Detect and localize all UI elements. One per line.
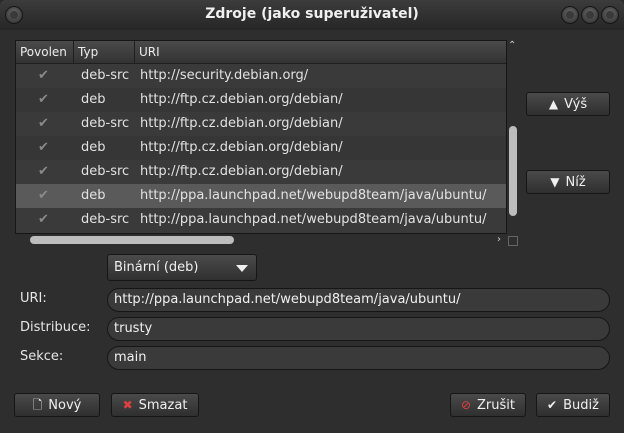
column-header-type[interactable]: Typ [74, 41, 135, 63]
table-row[interactable]: ✔ deb-src http://security.debian.org/ [16, 64, 506, 88]
table-row[interactable]: ✔ deb http://ftp.cz.debian.org/debian/ [16, 136, 506, 160]
uri-label: URI: [20, 291, 47, 306]
uri-cell: http://ftp.cz.debian.org/debian/ [140, 164, 343, 179]
ok-label: Budiž [563, 398, 599, 413]
enabled-checkbox[interactable]: ✔ [38, 165, 50, 178]
move-down-label: Níž [565, 175, 586, 190]
new-button[interactable]: 🗋 Nový [14, 393, 100, 417]
delete-label: Smazat [138, 398, 188, 413]
window-menu-button[interactable] [5, 6, 23, 24]
move-up-button[interactable]: ▲ Výš [526, 92, 610, 116]
uri-cell: http://security.debian.org/ [140, 68, 309, 83]
type-cell: deb-src [81, 212, 130, 227]
type-cell: deb [81, 140, 106, 155]
enabled-checkbox[interactable]: ✔ [38, 141, 50, 154]
uri-cell: http://ftp.cz.debian.org/debian/ [140, 92, 343, 107]
scroll-corner [508, 236, 518, 246]
horizontal-scrollbar-thumb[interactable] [30, 236, 234, 244]
enabled-checkbox[interactable]: ✔ [38, 117, 50, 130]
type-cell: deb [81, 188, 106, 203]
uri-cell: http://ftp.cz.debian.org/debian/ [140, 116, 343, 131]
scroll-up-arrow-icon[interactable]: ⌃ [508, 40, 516, 51]
uri-cell: http://ftp.cz.debian.org/debian/ [140, 140, 343, 155]
table-row[interactable]: ✔ deb-src http://ppa.launchpad.net/webupd8… [16, 208, 506, 232]
list-header: Povolen Typ URI [16, 41, 506, 64]
column-header-enabled[interactable]: Povolen [16, 41, 74, 63]
move-down-button[interactable]: ▼ Níž [526, 170, 610, 194]
move-up-label: Výš [564, 97, 588, 112]
close-button[interactable] [601, 6, 619, 24]
cancel-label: Zrušit [477, 398, 516, 413]
cancel-button[interactable]: ⊘ Zrušit [450, 393, 526, 417]
minimize-button[interactable] [561, 6, 579, 24]
type-cell: deb [81, 92, 106, 107]
type-cell: deb-src [81, 68, 130, 83]
enabled-checkbox[interactable]: ✔ [38, 69, 50, 82]
source-type-combo[interactable]: Binární (deb) [107, 254, 257, 281]
chevron-down-icon [236, 265, 248, 272]
new-label: Nový [48, 398, 82, 413]
ok-button[interactable]: ✔ Budiž [536, 393, 610, 417]
enabled-checkbox[interactable]: ✔ [38, 189, 50, 202]
enabled-checkbox[interactable]: ✔ [38, 93, 50, 106]
uri-field[interactable]: http://ppa.launchpad.net/webupd8team/jav… [107, 288, 610, 312]
type-cell: deb-src [81, 116, 130, 131]
titlebar[interactable]: Zdroje (jako superuživatel) [0, 0, 624, 30]
window-title: Zdroje (jako superuživatel) [205, 6, 419, 22]
sections-field[interactable]: main [107, 346, 610, 370]
scroll-right-arrow-icon[interactable]: › [497, 234, 501, 245]
maximize-button[interactable] [581, 6, 599, 24]
delete-button[interactable]: ✖ Smazat [111, 393, 199, 417]
sources-list[interactable]: Povolen Typ URI ✔ deb-src http://security.… [15, 40, 507, 234]
arrow-up-icon: ▲ [548, 97, 559, 111]
uri-cell: http://ppa.launchpad.net/webupd8team/jav… [140, 212, 487, 227]
type-cell: deb-src [81, 164, 130, 179]
cancel-icon: ⊘ [460, 398, 472, 412]
arrow-down-icon: ▼ [550, 175, 560, 189]
table-row[interactable]: ✔ deb-src http://ftp.cz.debian.org/debian/ [16, 112, 506, 136]
distribution-label: Distribuce: [20, 320, 91, 335]
table-row[interactable]: ✔ deb http://ftp.cz.debian.org/debian/ [16, 88, 506, 112]
column-header-uri[interactable]: URI [135, 41, 506, 63]
enabled-checkbox[interactable]: ✔ [38, 213, 50, 226]
table-row[interactable]: ✔ deb-src http://ftp.cz.debian.org/debian/ [16, 160, 506, 184]
uri-cell: http://ppa.launchpad.net/webupd8team/jav… [140, 188, 487, 203]
sources-dialog: Zdroje (jako superuživatel) Povolen Typ … [0, 0, 624, 433]
checkmark-icon: ✔ [547, 398, 558, 412]
table-row[interactable]: ✔ deb http://ppa.launchpad.net/webupd8team… [16, 184, 506, 208]
sections-label: Sekce: [20, 349, 64, 364]
new-document-icon: 🗋 [32, 398, 43, 412]
source-type-value: Binární (deb) [114, 260, 199, 275]
distribution-field[interactable]: trusty [107, 317, 610, 341]
vertical-scrollbar-thumb[interactable] [509, 126, 517, 216]
delete-icon: ✖ [122, 398, 133, 412]
